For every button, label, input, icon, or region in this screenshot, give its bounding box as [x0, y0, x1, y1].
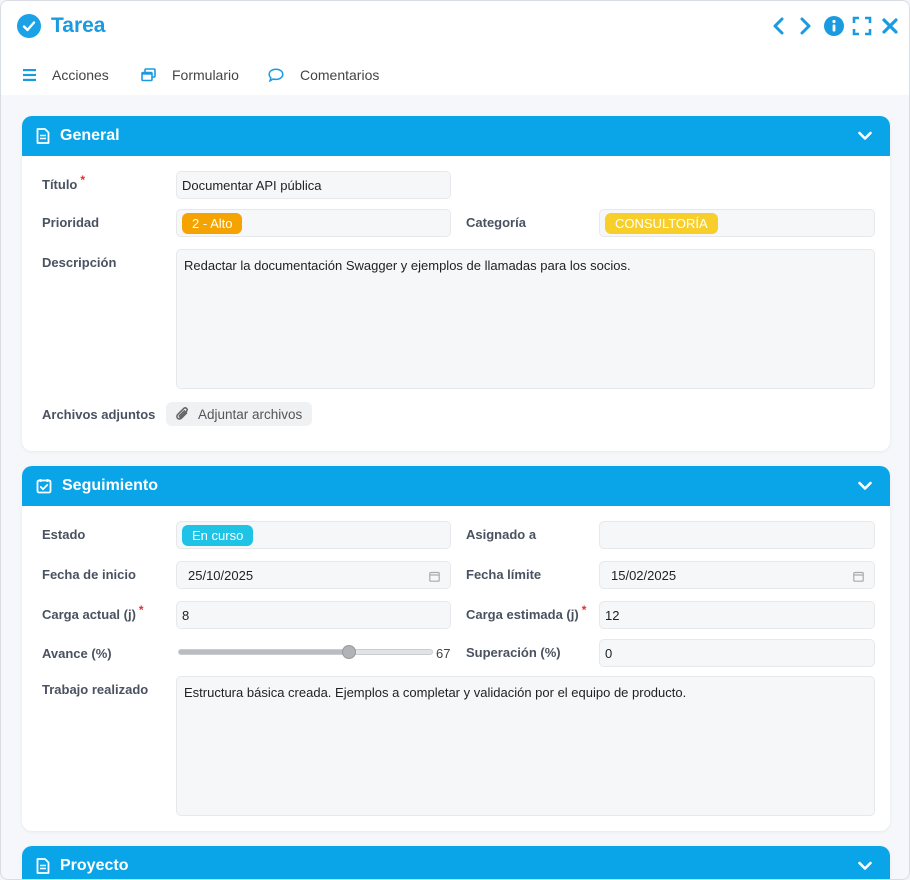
project-panel-title: Proyecto	[60, 857, 129, 874]
chevron-down-icon[interactable]	[858, 128, 872, 146]
due-date-field[interactable]: 15/02/2025	[599, 561, 875, 589]
work-done-field[interactable]: Estructura básica creada. Ejemplos a com…	[176, 676, 875, 816]
current-load-field[interactable]: 8	[176, 601, 451, 629]
comments-label: Comentarios	[300, 67, 380, 83]
progress-value: 67	[436, 646, 451, 661]
current-load-label: Carga actual (j) *	[42, 603, 144, 622]
paperclip-icon	[176, 407, 188, 420]
calendar-icon[interactable]	[853, 570, 864, 585]
attachments-label: Archivos adjuntos	[42, 407, 156, 422]
comment-icon	[268, 68, 284, 82]
tracking-panel: Seguimiento Estado En curso Asignado a F…	[22, 466, 890, 831]
title-label: Título *	[42, 173, 86, 192]
menu-icon	[23, 69, 36, 81]
assigned-label: Asignado a	[466, 527, 537, 542]
required-marker: *	[80, 173, 86, 187]
description-field[interactable]: Redactar la documentación Swagger y ejem…	[176, 249, 875, 389]
general-panel-header[interactable]: General	[22, 116, 890, 156]
actions-menu[interactable]: Acciones	[23, 67, 109, 83]
description-label: Descripción	[42, 255, 117, 270]
document-icon	[36, 128, 50, 144]
due-date-label: Fecha límite	[466, 567, 542, 582]
windows-icon	[141, 68, 156, 82]
comments-tab[interactable]: Comentarios	[268, 67, 379, 83]
calendar-icon[interactable]	[429, 570, 440, 585]
title-field[interactable]: Documentar API pública	[176, 171, 451, 199]
project-panel-header[interactable]: Proyecto	[22, 846, 890, 879]
project-panel: Proyecto	[22, 846, 890, 879]
priority-label: Prioridad	[42, 215, 100, 230]
tracking-panel-header[interactable]: Seguimiento	[22, 466, 890, 506]
required-marker: *	[581, 603, 587, 617]
chevron-down-icon[interactable]	[858, 858, 872, 876]
progress-slider-fill	[179, 650, 349, 654]
start-date-field[interactable]: 25/10/2025	[176, 561, 451, 589]
category-select[interactable]: CONSULTORÍA	[599, 209, 875, 237]
state-badge: En curso	[182, 524, 254, 546]
estimated-load-label: Carga estimada (j) *	[466, 603, 587, 622]
previous-icon[interactable]	[767, 13, 789, 39]
state-label: Estado	[42, 527, 86, 542]
required-marker: *	[138, 603, 144, 617]
info-icon[interactable]	[823, 13, 845, 39]
priority-select[interactable]: 2 - Alto	[176, 209, 451, 237]
overrun-field[interactable]: 0	[599, 639, 875, 667]
general-panel: General Título * Documentar API pública P…	[22, 116, 890, 451]
category-badge: CONSULTORÍA	[605, 212, 718, 234]
chevron-down-icon[interactable]	[858, 478, 872, 496]
actions-label: Acciones	[52, 67, 109, 83]
form-tab[interactable]: Formulario	[141, 67, 239, 83]
overrun-label: Superación (%)	[466, 645, 561, 660]
document-icon	[36, 858, 50, 874]
toolbar: Acciones Formulario Comentarios	[1, 53, 909, 95]
state-select[interactable]: En curso	[176, 521, 451, 549]
check-circle-icon	[17, 14, 41, 38]
progress-label: Avance (%)	[42, 646, 112, 661]
calendar-check-icon	[36, 478, 52, 494]
maximize-icon[interactable]	[851, 13, 873, 39]
progress-slider-handle[interactable]	[341, 645, 356, 659]
close-icon[interactable]	[879, 13, 901, 39]
category-label: Categoría	[466, 215, 526, 230]
assigned-field[interactable]	[599, 521, 875, 549]
title-bar: Tarea	[1, 1, 909, 53]
next-icon[interactable]	[795, 13, 817, 39]
start-date-label: Fecha de inicio	[42, 567, 136, 582]
work-done-label: Trabajo realizado	[42, 682, 149, 697]
task-window: Tarea Acciones Formulario Comentarios Ge…	[0, 0, 910, 880]
attach-files-button[interactable]: Adjuntar archivos	[166, 402, 313, 426]
general-panel-title: General	[60, 127, 120, 144]
tracking-panel-title: Seguimiento	[62, 477, 159, 494]
estimated-load-field[interactable]: 12	[599, 601, 875, 629]
window-title: Tarea	[51, 14, 106, 37]
priority-badge: 2 - Alto	[182, 212, 243, 234]
form-label: Formulario	[172, 67, 239, 83]
progress-slider[interactable]	[178, 645, 433, 659]
